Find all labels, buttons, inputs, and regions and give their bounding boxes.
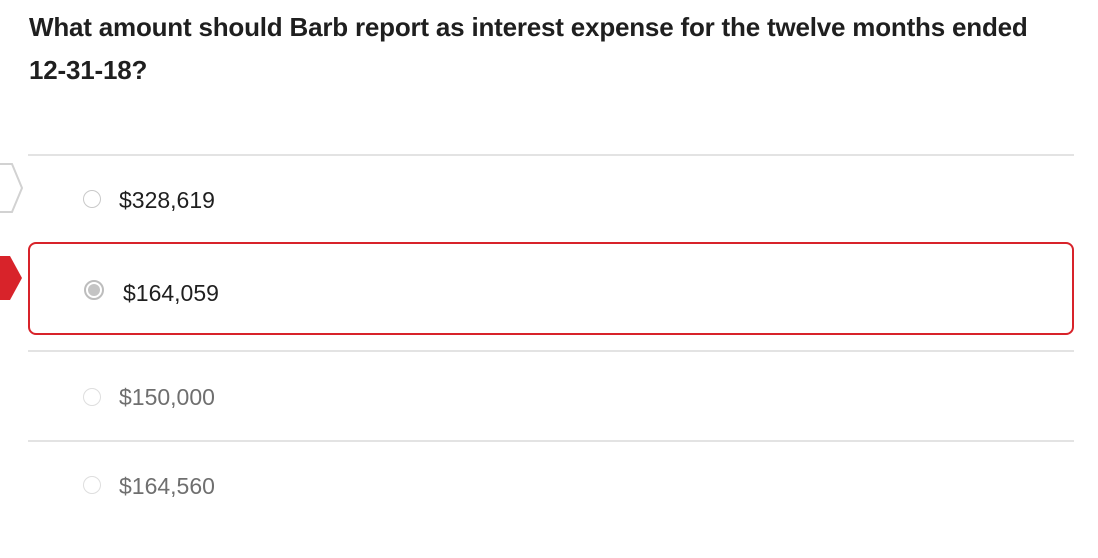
answer-option[interactable]: $150,000 bbox=[28, 366, 1074, 428]
question-text: What amount should Barb report as intere… bbox=[29, 12, 1028, 85]
answer-option-label: $164,560 bbox=[119, 473, 215, 499]
answer-option[interactable]: $328,619 bbox=[28, 172, 1074, 228]
answer-option-label: $164,059 bbox=[123, 280, 219, 306]
radio-button[interactable] bbox=[83, 190, 101, 208]
divider bbox=[28, 440, 1074, 442]
answer-option-label: $150,000 bbox=[119, 384, 215, 410]
radio-button-checked[interactable] bbox=[84, 280, 104, 300]
answer-option-label: $328,619 bbox=[119, 187, 215, 213]
divider bbox=[28, 154, 1074, 156]
answer-option[interactable]: $164,560 bbox=[28, 456, 1074, 516]
answer-option-selected[interactable]: $164,059 bbox=[28, 242, 1074, 335]
radio-button[interactable] bbox=[83, 388, 101, 406]
divider bbox=[28, 350, 1074, 352]
current-answer-marker-icon bbox=[0, 256, 22, 300]
chevron-marker-icon bbox=[0, 163, 24, 213]
radio-button[interactable] bbox=[83, 476, 101, 494]
